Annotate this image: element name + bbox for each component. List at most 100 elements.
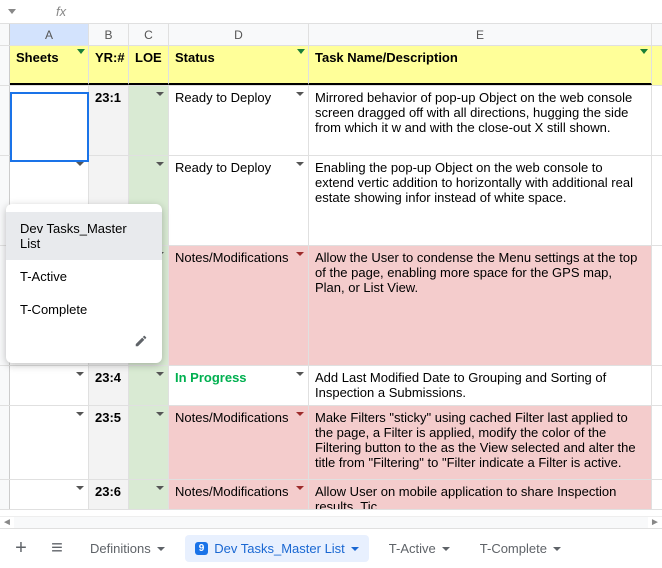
cell-loe[interactable] — [129, 86, 169, 155]
dropdown-arrow-icon[interactable] — [156, 412, 164, 416]
cell-status[interactable]: Notes/Modifications — [169, 480, 309, 509]
dropdown-option[interactable]: Dev Tasks_Master List — [6, 212, 162, 260]
tab-definitions[interactable]: Definitions — [80, 535, 175, 562]
filter-icon[interactable] — [77, 49, 85, 54]
filter-icon[interactable] — [297, 49, 305, 54]
cell-description[interactable]: Make Filters "sticky" using cached Filte… — [309, 406, 652, 479]
tab-t-complete[interactable]: T-Complete — [470, 535, 571, 562]
row-handle[interactable] — [0, 86, 10, 155]
status-text: Notes/Modifications — [175, 484, 288, 499]
chevron-down-icon[interactable] — [351, 547, 359, 551]
scroll-track[interactable] — [14, 517, 648, 528]
filter-icon[interactable] — [640, 49, 648, 54]
cell-yr[interactable]: 23:5 — [89, 406, 129, 479]
dropdown-edit-button[interactable] — [6, 326, 162, 355]
editing-cell[interactable] — [10, 92, 89, 162]
data-row: 23:1 Ready to Deploy Mirrored behavior of … — [0, 86, 662, 156]
cell-status[interactable]: Ready to Deploy — [169, 86, 309, 155]
header-label: LOE — [135, 50, 162, 65]
dropdown-arrow-icon[interactable] — [296, 92, 304, 96]
col-header-d[interactable]: D — [169, 24, 309, 45]
fx-label: fx — [56, 4, 66, 19]
header-yr[interactable]: YR:# — [89, 46, 129, 85]
corner-cell[interactable] — [0, 24, 10, 45]
header-sheets[interactable]: Sheets — [10, 46, 89, 85]
dropdown-option[interactable]: T-Complete — [6, 293, 162, 326]
cell-description[interactable]: Allow the User to condense the Menu sett… — [309, 246, 652, 365]
cell-description[interactable]: Enabling the pop-up Object on the web co… — [309, 156, 652, 245]
cell-yr[interactable]: 23:1 — [89, 86, 129, 155]
dropdown-arrow-icon[interactable] — [76, 162, 84, 166]
scroll-left-icon[interactable]: ◄ — [0, 517, 14, 528]
chevron-down-icon[interactable] — [553, 547, 561, 551]
dropdown-arrow-icon[interactable] — [296, 372, 304, 376]
col-header-c[interactable]: C — [129, 24, 169, 45]
dropdown-arrow-icon[interactable] — [296, 252, 304, 256]
dropdown-arrow-icon[interactable] — [76, 372, 84, 376]
col-header-e[interactable]: E — [309, 24, 652, 45]
dropdown-option[interactable]: T-Active — [6, 260, 162, 293]
add-sheet-button[interactable]: + — [8, 536, 34, 562]
cell-yr[interactable]: 23:4 — [89, 366, 129, 405]
header-label: Task Name/Description — [315, 50, 458, 65]
filter-count-badge: 9 — [195, 542, 209, 555]
cell-loe[interactable] — [129, 480, 169, 509]
horizontal-scrollbar[interactable]: ◄ ► — [0, 516, 662, 528]
header-label: YR:# — [95, 50, 125, 65]
cell-sheets[interactable] — [10, 480, 89, 509]
cell-status[interactable]: Notes/Modifications — [169, 406, 309, 479]
cell-loe[interactable] — [129, 406, 169, 479]
formula-bar[interactable]: fx — [0, 0, 662, 24]
dropdown-arrow-icon[interactable] — [296, 412, 304, 416]
name-box-dropdown[interactable] — [8, 9, 48, 14]
cell-loe[interactable] — [129, 366, 169, 405]
tab-label: T-Active — [389, 541, 436, 556]
header-label: Status — [175, 50, 215, 65]
col-header-b[interactable]: B — [89, 24, 129, 45]
cell-status[interactable]: Ready to Deploy — [169, 156, 309, 245]
dropdown-arrow-icon[interactable] — [76, 412, 84, 416]
header-status[interactable]: Status — [169, 46, 309, 85]
dropdown-arrow-icon[interactable] — [156, 486, 164, 490]
all-sheets-button[interactable]: ≡ — [44, 536, 70, 562]
chevron-down-icon[interactable] — [442, 547, 450, 551]
header-task[interactable]: Task Name/Description — [309, 46, 652, 85]
dropdown-arrow-icon[interactable] — [156, 92, 164, 96]
header-loe[interactable]: LOE — [129, 46, 169, 85]
tab-label: Dev Tasks_Master List — [214, 541, 345, 556]
status-text: Notes/Modifications — [175, 410, 288, 425]
chevron-down-icon[interactable] — [157, 547, 165, 551]
tab-label: T-Complete — [480, 541, 547, 556]
data-row: 23:4 In Progress Add Last Modified Date to… — [0, 366, 662, 406]
dropdown-arrow-icon[interactable] — [296, 486, 304, 490]
row-handle[interactable] — [0, 406, 10, 479]
status-text: In Progress — [175, 370, 247, 385]
sheet-tabs-bar: + ≡ Definitions 9 Dev Tasks_Master List … — [0, 528, 662, 568]
data-row: 23:6 Notes/Modifications Allow User on mob… — [0, 480, 662, 510]
grid: Sheets YR:# LOE Status Task Name/Descrip… — [0, 46, 662, 510]
tab-t-active[interactable]: T-Active — [379, 535, 460, 562]
cell-description[interactable]: Allow User on mobile application to shar… — [309, 480, 652, 509]
cell-sheets[interactable] — [10, 406, 89, 479]
cell-description[interactable]: Mirrored behavior of pop-up Object on th… — [309, 86, 652, 155]
scroll-right-icon[interactable]: ► — [648, 517, 662, 528]
column-headers: A B C D E — [0, 24, 662, 46]
cell-status[interactable]: Notes/Modifications — [169, 246, 309, 365]
status-text: Ready to Deploy — [175, 160, 271, 175]
cell-sheets[interactable] — [10, 366, 89, 405]
dropdown-arrow-icon[interactable] — [156, 372, 164, 376]
row-handle[interactable] — [0, 46, 10, 85]
row-handle[interactable] — [0, 480, 10, 509]
data-row: 23:5 Notes/Modifications Make Filters "sti… — [0, 406, 662, 480]
dropdown-arrow-icon[interactable] — [76, 486, 84, 490]
header-row: Sheets YR:# LOE Status Task Name/Descrip… — [0, 46, 662, 86]
dropdown-arrow-icon[interactable] — [156, 162, 164, 166]
dropdown-arrow-icon[interactable] — [296, 162, 304, 166]
cell-status[interactable]: In Progress — [169, 366, 309, 405]
tab-master-list[interactable]: 9 Dev Tasks_Master List — [185, 535, 369, 562]
cell-description[interactable]: Add Last Modified Date to Grouping and S… — [309, 366, 652, 405]
cell-yr[interactable]: 23:6 — [89, 480, 129, 509]
col-header-a[interactable]: A — [10, 24, 89, 45]
status-text: Ready to Deploy — [175, 90, 271, 105]
row-handle[interactable] — [0, 366, 10, 405]
